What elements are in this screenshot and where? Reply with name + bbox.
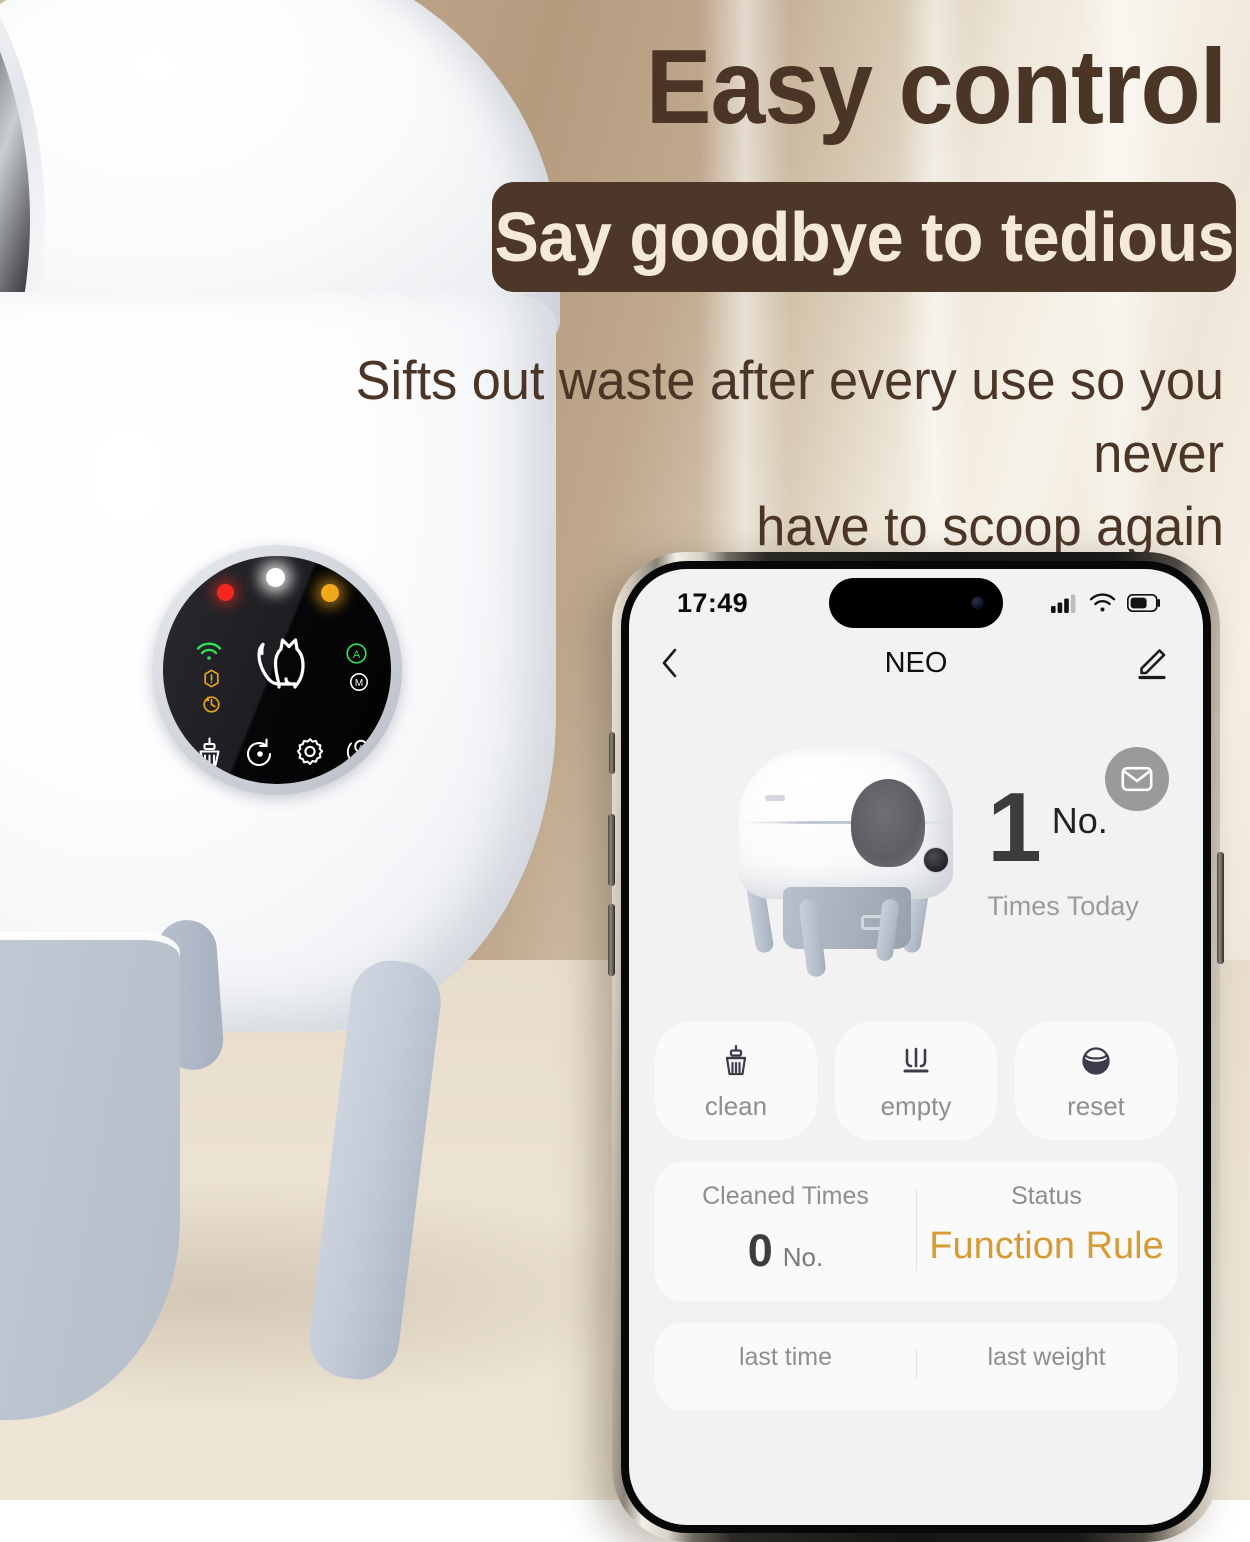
empty-button[interactable]: empty (835, 1021, 997, 1140)
page-subheadline: Sifts out waste after every use so you n… (265, 344, 1224, 563)
page-title: NEO (884, 646, 948, 679)
power-button[interactable] (1217, 852, 1224, 964)
settings-gear-icon[interactable] (293, 736, 327, 770)
ribbon-text: Say goodbye to tedious (494, 198, 1234, 276)
cleaned-times-status-card[interactable]: Cleaned Times 0 No. Status Function Rule (655, 1162, 1177, 1301)
last-weight-title: last weight (987, 1343, 1106, 1371)
cellular-signal-icon (1051, 593, 1078, 613)
volume-up-button[interactable] (608, 814, 615, 886)
brush-button-icon[interactable] (191, 734, 227, 770)
auto-manual-toggle-icon[interactable]: A M (343, 734, 379, 770)
reset-icon (1015, 1041, 1177, 1081)
brush-icon (655, 1041, 817, 1081)
mute-switch[interactable] (609, 732, 615, 774)
usage-count-row: 1 No. (987, 771, 1139, 882)
svg-text:M: M (355, 678, 363, 689)
litter-box-product-image (711, 729, 981, 979)
product-entry-door (851, 779, 926, 867)
hero-section: 1 No. Times Today (629, 695, 1203, 995)
empty-button-label: empty (880, 1091, 952, 1121)
cleaned-times-unit: No. (782, 1242, 824, 1272)
cleaned-times-value: 0 (747, 1225, 773, 1276)
reset-button[interactable]: reset (1015, 1021, 1177, 1140)
battery-icon (1127, 594, 1161, 612)
status-bar-clock: 17:49 (677, 587, 749, 618)
clean-button[interactable]: clean (655, 1021, 817, 1140)
warning-icon (202, 669, 221, 688)
red-indicator-led (217, 584, 234, 601)
cat-icon (248, 636, 308, 698)
cleaned-times-title: Cleaned Times (702, 1182, 869, 1210)
app-nav-bar: NEO (629, 631, 1203, 695)
clean-button-label: clean (704, 1091, 768, 1121)
status-bar-icons (1051, 587, 1161, 613)
undo-button-icon[interactable] (242, 736, 278, 772)
last-time-column: last time (655, 1343, 916, 1386)
auto-mode-icon: A (345, 642, 368, 665)
wifi-icon (1089, 593, 1116, 613)
subheadline-line-1: Sifts out waste after every use so you n… (355, 349, 1224, 485)
volume-down-button[interactable] (608, 904, 615, 976)
svg-text:A: A (359, 745, 364, 752)
svg-text:A: A (353, 649, 361, 661)
product-vent (765, 795, 786, 801)
manual-mode-icon: M (349, 672, 369, 692)
reset-button-label: reset (1067, 1091, 1125, 1121)
device-control-panel[interactable]: A M A M (152, 545, 402, 795)
wifi-icon (196, 642, 222, 661)
usage-count-block: 1 No. Times Today (987, 771, 1139, 922)
white-indicator-led (266, 568, 285, 587)
rotate-icon (202, 695, 221, 714)
litter-box-waste-drawer (0, 940, 180, 1420)
cleaned-times-column: Cleaned Times 0 No. (655, 1182, 916, 1277)
cleaned-times-value-row: 0 No. (655, 1225, 916, 1277)
last-time-last-weight-card[interactable]: last time last weight (655, 1323, 1177, 1410)
phone-bezel: 17:49 NEO 1 No. Times Today clean empty … (621, 561, 1211, 1533)
empty-icon (835, 1041, 997, 1081)
status-bar: 17:49 (629, 569, 1203, 631)
edit-button[interactable] (1133, 646, 1169, 680)
amber-indicator-led (321, 584, 339, 602)
control-panel-face: A M A M (163, 556, 391, 784)
phone-mockup: 17:49 NEO 1 No. Times Today clean empty … (608, 552, 1224, 1542)
headline-ribbon: Say goodbye to tedious (492, 182, 1236, 292)
status-title: Status (1011, 1182, 1082, 1210)
last-time-title: last time (738, 1343, 833, 1371)
dynamic-island (829, 578, 1003, 628)
last-weight-column: last weight (916, 1343, 1177, 1386)
svg-text:M: M (358, 757, 364, 764)
usage-count-unit: No. (1051, 799, 1108, 841)
status-column: Status Function Rule (916, 1182, 1177, 1277)
front-camera-icon (971, 596, 984, 610)
status-value-row: Function Rule (916, 1225, 1177, 1268)
action-button-row: clean empty reset (629, 995, 1203, 1140)
phone-screen: 17:49 NEO 1 No. Times Today clean empty … (629, 569, 1203, 1525)
back-button[interactable] (659, 645, 681, 681)
page-headline: Easy control (645, 28, 1226, 146)
usage-count-value: 1 (987, 771, 1042, 882)
status-badge: Function Rule (929, 1225, 1164, 1267)
usage-count-label: Times Today (987, 891, 1139, 922)
